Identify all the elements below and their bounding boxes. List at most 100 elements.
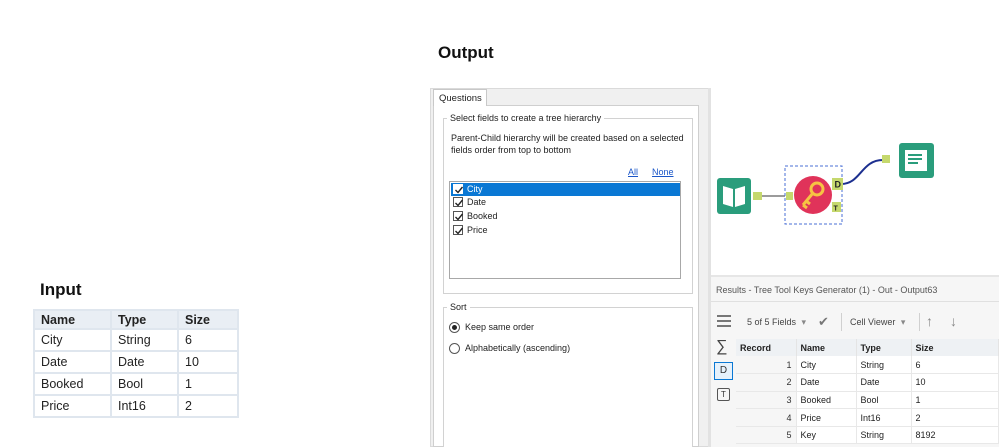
cell: Date bbox=[110, 350, 179, 374]
cell[interactable]: 1 bbox=[911, 391, 999, 410]
cell[interactable]: 2 bbox=[911, 408, 999, 427]
field-count-label: 5 of 5 Fields bbox=[747, 317, 797, 327]
cell[interactable]: Price bbox=[796, 408, 857, 427]
cell: Date bbox=[33, 350, 112, 374]
cell[interactable]: 8192 bbox=[911, 426, 999, 445]
table-row: Booked Bool 1 bbox=[33, 372, 239, 396]
record-number: 3 bbox=[736, 391, 797, 410]
table-row[interactable]: 2 Date Date 10 bbox=[736, 373, 999, 392]
table-row[interactable]: 4 Price Int16 2 bbox=[736, 408, 999, 427]
sigma-icon[interactable]: ∑ bbox=[716, 338, 727, 356]
browse-tool-icon[interactable] bbox=[882, 143, 934, 178]
table-row: Price Int16 2 bbox=[33, 394, 239, 418]
input-col-type: Type bbox=[110, 309, 179, 330]
hierarchy-description: Parent-Child hierarchy will be created b… bbox=[451, 133, 684, 155]
table-row[interactable]: 1 City String 6 bbox=[736, 356, 999, 375]
input-data-tool-icon[interactable] bbox=[717, 178, 762, 214]
cell[interactable]: Booked bbox=[796, 391, 857, 410]
cell: 2 bbox=[177, 394, 239, 418]
cell[interactable]: Date bbox=[796, 373, 857, 392]
key-generator-tool-icon[interactable] bbox=[786, 176, 832, 214]
cell: Booked bbox=[33, 372, 112, 396]
cell-viewer-label: Cell Viewer bbox=[850, 317, 896, 327]
field-label: Booked bbox=[467, 211, 498, 221]
col-size[interactable]: Size bbox=[911, 339, 999, 356]
sort-option-keep-order[interactable]: Keep same order bbox=[449, 321, 534, 334]
arrow-down-icon[interactable]: ↓ bbox=[950, 313, 957, 329]
connection-line bbox=[840, 159, 884, 185]
checkbox[interactable] bbox=[453, 225, 464, 235]
input-heading: Input bbox=[40, 280, 82, 299]
cell[interactable]: Date bbox=[856, 373, 912, 392]
radio-button[interactable] bbox=[449, 343, 460, 354]
cell-viewer-dropdown[interactable]: Cell Viewer ▾ bbox=[850, 317, 905, 328]
tab-questions[interactable]: Questions bbox=[433, 89, 487, 106]
arrow-up-icon[interactable]: ↑ bbox=[926, 313, 933, 329]
field-count-dropdown[interactable]: 5 of 5 Fields ▾ bbox=[747, 317, 806, 328]
output-heading: Output bbox=[438, 43, 494, 62]
cell[interactable]: City bbox=[796, 356, 857, 375]
col-record[interactable]: Record bbox=[736, 339, 797, 356]
tag-view-icon[interactable]: T bbox=[717, 388, 730, 401]
checkbox[interactable] bbox=[453, 184, 464, 194]
sort-legend: Sort bbox=[447, 302, 470, 312]
sort-option-alphabetical[interactable]: Alphabetically (ascending) bbox=[449, 342, 570, 355]
col-name[interactable]: Name bbox=[796, 339, 857, 356]
checkbox[interactable] bbox=[453, 211, 464, 221]
field-item-date[interactable]: Date bbox=[451, 196, 680, 209]
field-item-booked[interactable]: Booked bbox=[451, 210, 680, 223]
results-title: Results - Tree Tool Keys Generator (1) -… bbox=[716, 285, 938, 295]
input-table-header: Name Type Size bbox=[33, 309, 239, 330]
record-number: 2 bbox=[736, 373, 797, 392]
field-label: Date bbox=[467, 197, 487, 207]
workflow-diagram: D T bbox=[717, 143, 934, 225]
cell[interactable]: String bbox=[856, 426, 912, 445]
results-table: Record Name Type Size 1 City String 6 2 … bbox=[736, 339, 999, 445]
data-view-label: D bbox=[719, 365, 728, 376]
record-number: 4 bbox=[736, 408, 797, 427]
table-row[interactable]: 3 Booked Bool 1 bbox=[736, 391, 999, 410]
cell[interactable]: Int16 bbox=[856, 408, 912, 427]
field-selection-legend: Select fields to create a tree hierarchy bbox=[447, 113, 605, 123]
cell[interactable]: String bbox=[856, 356, 912, 375]
checkmark-icon[interactable]: ✔ bbox=[818, 314, 829, 330]
anchor-d-label: D bbox=[835, 180, 842, 190]
cell: 10 bbox=[177, 350, 239, 374]
select-none-link[interactable]: None bbox=[652, 167, 674, 177]
record-number: 1 bbox=[736, 356, 797, 375]
field-item-price[interactable]: Price bbox=[451, 224, 680, 237]
anchor-t-label: T bbox=[834, 206, 839, 213]
cell: Bool bbox=[110, 372, 179, 396]
select-all-link[interactable]: All bbox=[628, 167, 638, 177]
checkbox[interactable] bbox=[453, 197, 464, 207]
cell[interactable]: Key bbox=[796, 426, 857, 445]
cell[interactable]: Bool bbox=[856, 391, 912, 410]
record-number: 5 bbox=[736, 426, 797, 445]
cell: String bbox=[110, 328, 179, 352]
table-row[interactable]: 5 Key String 8192 bbox=[736, 426, 999, 445]
data-view-icon[interactable]: D bbox=[714, 362, 733, 380]
table-row: Date Date 10 bbox=[33, 350, 239, 374]
cell: City bbox=[33, 328, 112, 352]
chevron-down-icon: ▾ bbox=[900, 317, 906, 327]
results-table-header: Record Name Type Size bbox=[736, 339, 999, 356]
cell: 6 bbox=[177, 328, 239, 352]
divider bbox=[919, 313, 920, 331]
field-listbox[interactable]: City Date Booked Price bbox=[449, 181, 681, 279]
radio-button[interactable] bbox=[449, 322, 460, 333]
col-type[interactable]: Type bbox=[856, 339, 912, 356]
field-item-city[interactable]: City bbox=[451, 183, 680, 196]
table-row: City String 6 bbox=[33, 328, 239, 352]
menu-icon[interactable] bbox=[717, 311, 731, 331]
field-label: Price bbox=[467, 225, 488, 235]
input-table: Name Type Size City String 6 Date Date 1… bbox=[33, 309, 239, 418]
divider bbox=[841, 313, 842, 331]
tag-view-label: T bbox=[721, 390, 726, 399]
results-toolbar: 5 of 5 Fields ▾ ✔ Cell Viewer ▾ ↑ ↓ bbox=[736, 310, 999, 336]
cell: Price bbox=[33, 394, 112, 418]
chevron-down-icon: ▾ bbox=[801, 317, 807, 327]
radio-label: Keep same order bbox=[465, 322, 535, 332]
cell[interactable]: 10 bbox=[911, 373, 999, 392]
results-sidebar: ∑ D T bbox=[711, 303, 735, 447]
cell[interactable]: 6 bbox=[911, 356, 999, 375]
